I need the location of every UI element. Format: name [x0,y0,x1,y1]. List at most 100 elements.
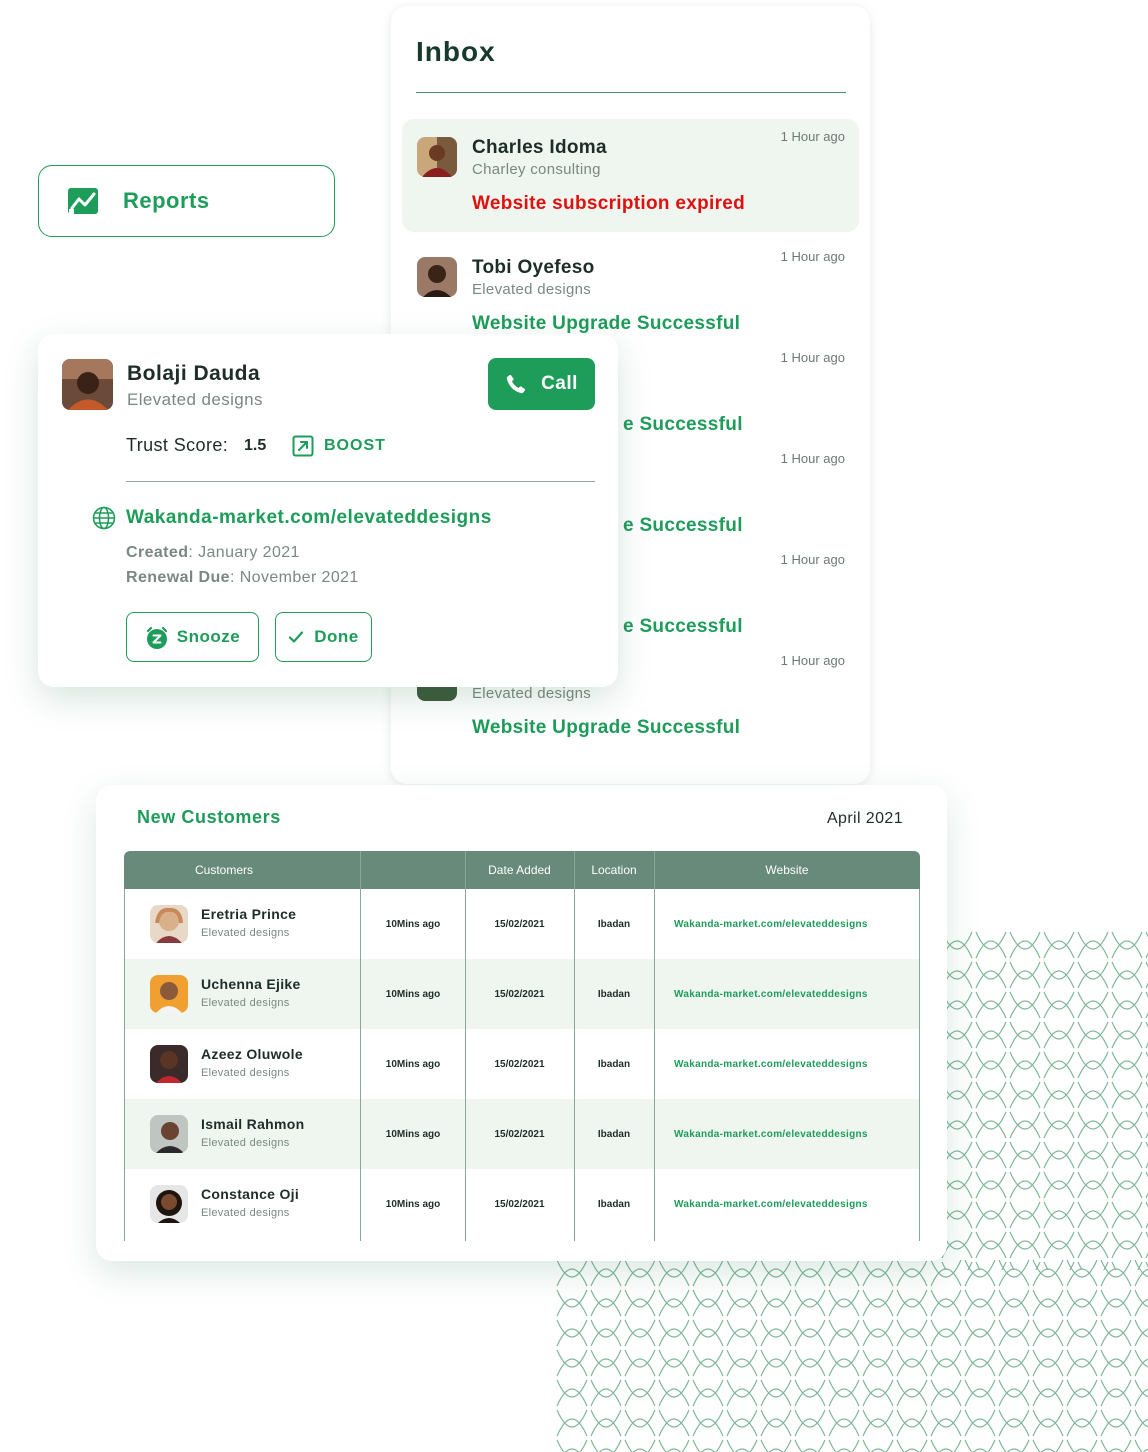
cell-added: 10Mins ago [385,918,441,930]
message-sender-company: Elevated designs [472,685,592,702]
new-customers-title: New Customers [137,807,281,827]
reports-label: Reports [123,188,210,213]
table-row[interactable]: Azeez Oluwole Elevated designs 10Mins ag… [124,1029,920,1099]
table-header: Customers Date Added Location Website [124,851,920,889]
table-border [919,889,920,1241]
inbox-title: Inbox [416,36,496,67]
column-divider [654,889,655,1241]
alarm-clock-icon [145,626,167,649]
avatar [150,975,188,1013]
avatar [417,137,457,177]
message-time: 1 Hour ago [780,129,845,144]
customer-name: Eretria Prince [201,906,297,922]
table-row[interactable]: Constance Oji Elevated designs 10Mins ag… [124,1169,920,1239]
phone-icon [505,373,527,395]
message-time: 1 Hour ago [780,653,845,668]
check-icon [288,629,304,645]
table-row[interactable]: Eretria Prince Elevated designs 10Mins a… [124,889,920,959]
message-status: e Successful [623,414,743,435]
cell-website[interactable]: Wakanda-market.com/elevateddesigns [654,1099,920,1169]
profile-divider [126,481,595,482]
cell-website[interactable]: Wakanda-market.com/elevateddesigns [654,1029,920,1099]
cell-website[interactable]: Wakanda-market.com/elevateddesigns [654,1169,920,1239]
customer-company: Elevated designs [201,997,290,1009]
avatar [150,1185,188,1223]
column-divider [360,889,361,1241]
customer-company: Elevated designs [201,1067,290,1079]
customer-name: Ismail Rahmon [201,1116,305,1132]
cell-added: 10Mins ago [385,1198,441,1210]
message-status: e Successful [623,616,743,637]
cell-date: 15/02/2021 [494,918,545,930]
cell-website[interactable]: Wakanda-market.com/elevateddesigns [654,959,920,1029]
message-sender-name: Tobi Oyefeso [472,257,595,278]
chart-trend-icon [67,185,99,217]
message-time: 1 Hour ago [780,451,845,466]
globe-icon [92,506,116,530]
avatar [150,905,188,943]
customer-profile-card: Bolaji Dauda Elevated designs Call Trust… [38,334,618,687]
customers-table: Customers Date Added Location Website Er… [124,851,920,1241]
column-header-blank [361,851,465,889]
boost-button[interactable]: BOOST [292,435,386,457]
table-row[interactable]: Uchenna Ejike Elevated designs 10Mins ag… [124,959,920,1029]
customer-company: Elevated designs [201,1137,290,1149]
renewal-key: Renewal Due [126,569,230,586]
external-arrow-icon [292,435,314,457]
customers-period: April 2021 [826,810,903,827]
cell-added: 10Mins ago [385,1058,441,1070]
decorative-pattern-bottom [555,1258,1148,1452]
cell-website[interactable]: Wakanda-market.com/elevateddesigns [654,889,920,959]
cell-location: Ibadan [597,1128,631,1140]
call-label: Call [541,373,578,394]
cell-added: 10Mins ago [385,1128,441,1140]
header-divider [654,851,655,889]
renewal-row: Renewal Due: November 2021 [126,569,359,587]
column-header-website: Website [765,863,809,877]
message-sender-company: Elevated designs [472,281,592,298]
customer-company: Elevated designs [201,1207,290,1219]
message-status: Website Upgrade Successful [472,717,741,738]
created-value: : January 2021 [188,544,300,561]
avatar [417,257,457,297]
inbox-divider [416,92,846,93]
trust-score-label: Trust Score: [126,435,229,455]
snooze-button[interactable]: Snooze [126,612,259,662]
customer-name: Azeez Oluwole [201,1046,303,1062]
message-sender-company: Charley consulting [472,161,601,178]
avatar [150,1045,188,1083]
message-sender-name: Charles Idoma [472,137,607,158]
inbox-message[interactable]: Charles Idoma Charley consulting 1 Hour … [402,119,859,232]
trust-score-value: 1.5 [244,437,267,454]
customer-name: Uchenna Ejike [201,976,301,992]
profile-name: Bolaji Dauda [127,362,261,385]
decorative-pattern-right [940,930,1148,1270]
reports-button[interactable]: Reports [38,165,335,237]
cell-date: 15/02/2021 [494,1058,545,1070]
message-status: Website Upgrade Successful [472,313,741,334]
column-divider [465,889,466,1241]
avatar [62,359,113,410]
cell-date: 15/02/2021 [494,1198,545,1210]
profile-website-link[interactable]: Wakanda-market.com/elevateddesigns [126,507,492,529]
header-divider [574,851,575,889]
column-header-date-added: Date Added [488,863,551,877]
created-row: Created: January 2021 [126,544,300,562]
cell-date: 15/02/2021 [494,1128,545,1140]
cell-location: Ibadan [597,1198,631,1210]
header-divider [465,851,466,889]
profile-company: Elevated designs [127,390,263,409]
table-border [124,889,125,1241]
call-button[interactable]: Call [488,358,595,410]
done-label: Done [314,627,359,646]
header-divider [360,851,361,889]
cell-added: 10Mins ago [385,988,441,1000]
table-row[interactable]: Ismail Rahmon Elevated designs 10Mins ag… [124,1099,920,1169]
created-key: Created [126,544,189,561]
cell-location: Ibadan [597,918,631,930]
message-time: 1 Hour ago [780,350,845,365]
message-status: Website subscription expired [472,193,746,214]
cell-location: Ibadan [597,988,631,1000]
done-button[interactable]: Done [275,612,372,662]
message-status: e Successful [623,515,743,536]
